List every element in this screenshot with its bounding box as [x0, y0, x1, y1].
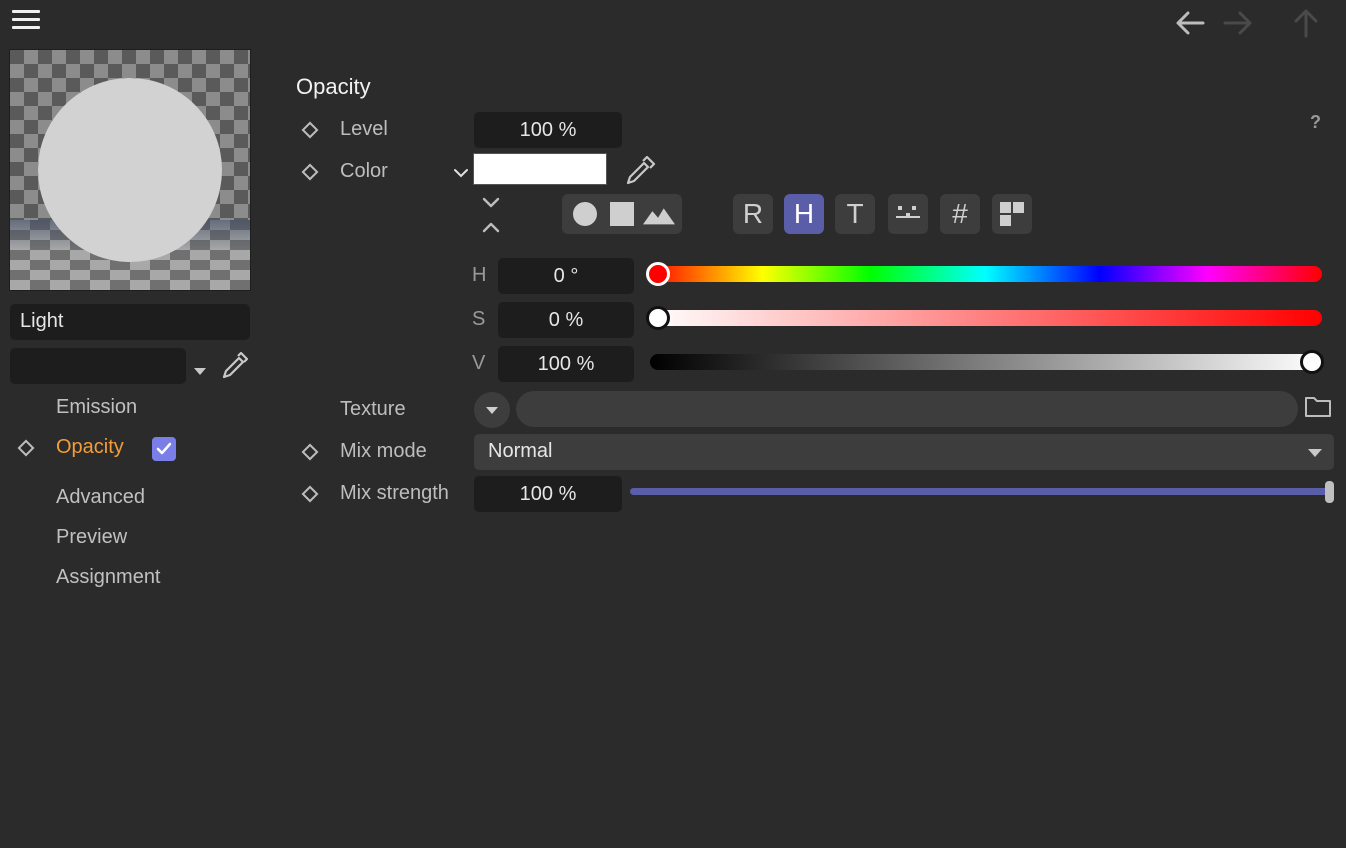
color-mode-group — [562, 194, 682, 234]
chevron-down-icon[interactable] — [192, 360, 208, 375]
sidebar-item-emission[interactable]: Emission — [56, 396, 137, 419]
color-label: Color — [340, 160, 388, 182]
eyedropper-icon[interactable] — [218, 350, 250, 382]
help-icon[interactable]: ? — [1310, 112, 1321, 133]
sidebar-item-assignment[interactable]: Assignment — [56, 566, 161, 589]
mix-mode-label: Mix mode — [340, 440, 427, 462]
layer-field[interactable] — [10, 348, 186, 384]
opacity-enable-checkbox[interactable] — [152, 437, 176, 461]
mix-strength-input[interactable]: 100 % — [474, 476, 622, 512]
arrow-up-icon[interactable] — [1289, 6, 1323, 40]
saturation-slider-handle[interactable] — [646, 306, 670, 330]
v-label: V — [472, 352, 486, 374]
mix-strength-slider[interactable] — [630, 488, 1330, 495]
circle-icon[interactable] — [569, 198, 601, 230]
folder-icon[interactable] — [1304, 394, 1332, 420]
keyframe-diamond-icon[interactable] — [16, 438, 36, 458]
level-input[interactable]: 100 % — [474, 112, 622, 148]
square-icon[interactable] — [606, 198, 638, 230]
kelvin-icon[interactable] — [888, 194, 928, 234]
collapse-icon[interactable] — [480, 197, 502, 233]
level-label: Level — [340, 118, 388, 140]
mix-mode-value: Normal — [488, 440, 553, 462]
sidebar-item-preview[interactable]: Preview — [56, 526, 127, 549]
mountains-icon[interactable] — [643, 198, 676, 230]
texture-dropdown-button[interactable] — [474, 392, 510, 428]
arrow-right-icon[interactable] — [1221, 6, 1255, 40]
hamburger-menu-icon[interactable] — [12, 10, 40, 32]
value-slider-handle[interactable] — [1300, 350, 1324, 374]
keyframe-diamond-icon[interactable] — [300, 484, 320, 504]
color-swatch[interactable] — [473, 153, 607, 185]
h-label: H — [472, 264, 487, 286]
value-slider[interactable] — [650, 354, 1322, 370]
hue-input[interactable]: 0 ° — [498, 258, 634, 294]
checkmark-icon — [156, 442, 172, 455]
value-input[interactable]: 100 % — [498, 346, 634, 382]
texture-label: Texture — [340, 398, 406, 420]
mix-strength-label: Mix strength — [340, 482, 449, 504]
hue-slider[interactable] — [648, 266, 1322, 282]
material-name-field[interactable]: Light — [10, 304, 250, 340]
keyframe-diamond-icon[interactable] — [300, 442, 320, 462]
eyedropper-icon[interactable] — [624, 154, 658, 186]
space-button-h[interactable]: H — [784, 194, 824, 234]
swatches-icon[interactable] — [992, 194, 1032, 234]
keyframe-diamond-icon[interactable] — [300, 120, 320, 140]
chevron-down-icon — [1308, 449, 1322, 457]
mix-strength-slider-handle[interactable] — [1325, 481, 1334, 503]
page-title: Opacity — [296, 74, 371, 99]
chevron-down-icon — [486, 407, 498, 414]
space-button-t[interactable]: T — [835, 194, 875, 234]
mix-mode-select[interactable]: Normal — [474, 434, 1334, 470]
space-button-hex[interactable]: # — [940, 194, 980, 234]
sidebar-item-advanced[interactable]: Advanced — [56, 486, 145, 509]
texture-path-field[interactable] — [516, 391, 1298, 427]
hue-slider-handle[interactable] — [646, 262, 670, 286]
material-preview[interactable] — [9, 49, 251, 291]
saturation-slider[interactable] — [648, 310, 1322, 326]
arrow-left-icon[interactable] — [1173, 6, 1207, 40]
s-label: S — [472, 308, 486, 330]
keyframe-diamond-icon[interactable] — [300, 162, 320, 182]
space-button-r[interactable]: R — [733, 194, 773, 234]
chevron-down-icon[interactable] — [452, 163, 470, 178]
sidebar-item-opacity[interactable]: Opacity — [56, 436, 124, 459]
saturation-input[interactable]: 0 % — [498, 302, 634, 338]
